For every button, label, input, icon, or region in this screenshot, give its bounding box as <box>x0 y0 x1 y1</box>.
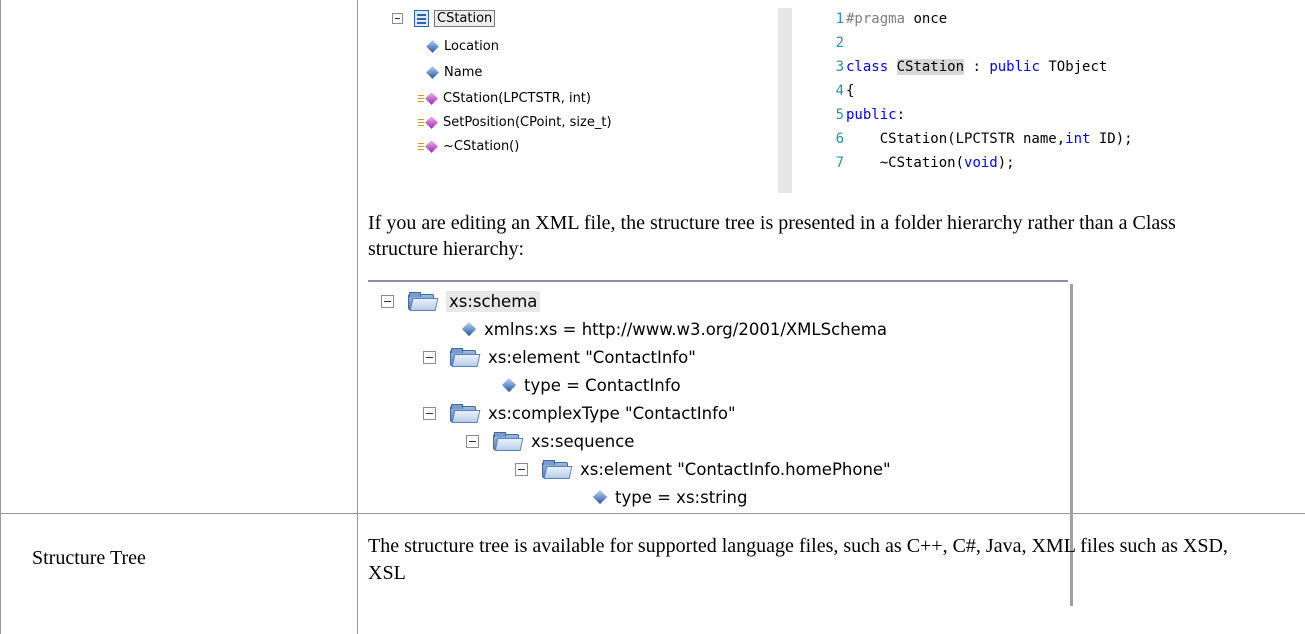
code-line: 1 #pragma once <box>806 8 948 30</box>
code-token: : <box>964 59 990 75</box>
tree-node-label: Name <box>444 64 483 80</box>
code-line: 4{ <box>806 80 855 102</box>
code-editor[interactable]: 1 #pragma once 2 3 class CStation : public… <box>806 8 1276 193</box>
code-token: CStation(LPCTSTR name, <box>846 131 1066 147</box>
tree-node-label: type = ContactInfo <box>524 375 681 395</box>
tree-node-label: CStation <box>434 9 496 27</box>
folder-icon <box>450 348 481 367</box>
code-token: class <box>846 59 889 75</box>
attribute-icon <box>426 65 439 79</box>
code-line: 2 <box>806 32 846 54</box>
tree-node-operation[interactable]: SetPosition(CPoint, size_t) <box>418 112 612 132</box>
code-token: public <box>846 107 897 123</box>
code-token: public <box>989 59 1040 75</box>
tree-node-attribute[interactable]: type = xs:string <box>592 484 748 510</box>
tree-node-label: xs:element "ContactInfo.homePhone" <box>580 459 891 479</box>
code-token: void <box>964 155 998 171</box>
collapse-toggle[interactable] <box>515 462 528 476</box>
code-line: 5 public: <box>806 104 905 126</box>
folder-icon <box>450 404 481 423</box>
line-number: 6 <box>835 131 844 147</box>
code-token: once <box>905 11 948 27</box>
attribute-icon <box>461 321 477 337</box>
code-token: : <box>896 107 906 123</box>
row-term: Structure Tree <box>32 547 146 569</box>
code-token: #pragma <box>846 11 906 27</box>
collapse-toggle[interactable] <box>423 350 436 364</box>
tree-node-label: xs:schema <box>446 290 541 312</box>
operation-icon <box>425 91 438 105</box>
line-number: 4 <box>835 83 844 99</box>
collapse-toggle[interactable] <box>423 406 436 420</box>
collapse-toggle[interactable] <box>392 12 403 24</box>
column-divider <box>357 0 358 634</box>
tree-node-label: xs:complexType "ContactInfo" <box>488 403 736 423</box>
operation-icon <box>425 139 438 153</box>
tree-node-attribute[interactable]: xmlns:xs = http://www.w3.org/2001/XMLSch… <box>461 316 887 342</box>
row-description: The structure tree is available for supp… <box>368 535 1228 584</box>
operation-lines-icon <box>418 142 424 150</box>
attribute-icon <box>426 39 439 53</box>
tree-node-sequence[interactable]: xs:sequence <box>466 428 634 454</box>
tree-node-label: ~CStation() <box>443 138 520 154</box>
line-number: 1 <box>835 11 844 27</box>
tree-node-label: SetPosition(CPoint, size_t) <box>443 114 612 130</box>
tree-node-attribute[interactable]: Location <box>426 36 499 56</box>
code-token: ID); <box>1090 131 1133 147</box>
code-token: ~CStation( <box>846 155 965 171</box>
folder-icon <box>408 292 439 311</box>
collapse-toggle[interactable] <box>381 294 394 308</box>
tree-node-label: xs:sequence <box>531 431 635 451</box>
tree-node-operation[interactable]: ~CStation() <box>418 136 519 156</box>
collapse-toggle[interactable] <box>466 434 479 448</box>
tree-node-label: xmlns:xs = http://www.w3.org/2001/XMLSch… <box>484 319 887 339</box>
tree-node-attribute[interactable]: type = ContactInfo <box>501 372 681 398</box>
class-structure-tree: CStation Location Name CStation(LPCTSTR,… <box>392 8 772 193</box>
line-number: 5 <box>835 107 844 123</box>
tree-node-complex-type[interactable]: xs:complexType "ContactInfo" <box>423 400 736 426</box>
pane-splitter[interactable] <box>778 8 792 193</box>
tree-node-schema[interactable]: xs:schema <box>381 288 541 314</box>
attribute-icon <box>501 377 517 393</box>
operation-icon <box>425 115 438 129</box>
folder-icon <box>542 460 573 479</box>
tree-node-element[interactable]: xs:element "ContactInfo.homePhone" <box>515 456 891 482</box>
tree-node-operation[interactable]: CStation(LPCTSTR, int) <box>418 88 591 108</box>
code-token: int <box>1065 131 1091 147</box>
line-number: 2 <box>835 35 844 51</box>
tree-node-label: xs:element "ContactInfo" <box>488 347 696 367</box>
tree-node-cstation[interactable]: CStation <box>392 8 496 28</box>
code-token: TObject <box>1039 59 1108 75</box>
operation-lines-icon <box>418 118 424 126</box>
code-line: 6 CStation(LPCTSTR name, int ID); <box>806 128 1133 150</box>
table-left-border <box>0 0 1 634</box>
tree-node-label: type = xs:string <box>615 487 748 507</box>
code-token-highlight: CStation <box>896 59 965 75</box>
folder-icon <box>493 432 524 451</box>
code-line: 7 ~CStation(void); <box>806 152 1015 174</box>
line-number: 3 <box>835 59 844 75</box>
tree-node-attribute[interactable]: Name <box>426 62 482 82</box>
attribute-icon <box>592 489 608 505</box>
xml-explanation-paragraph: If you are editing an XML file, the stru… <box>368 212 1176 260</box>
line-number: 7 <box>835 155 844 171</box>
code-token: { <box>846 83 855 99</box>
class-icon <box>414 9 429 27</box>
tree-node-element[interactable]: xs:element "ContactInfo" <box>423 344 696 370</box>
code-line: 3 class CStation : public TObject <box>806 56 1107 78</box>
code-token: ); <box>997 155 1015 171</box>
tree-node-label: Location <box>444 38 499 54</box>
operation-lines-icon <box>418 94 424 102</box>
tree-node-label: CStation(LPCTSTR, int) <box>443 90 591 106</box>
